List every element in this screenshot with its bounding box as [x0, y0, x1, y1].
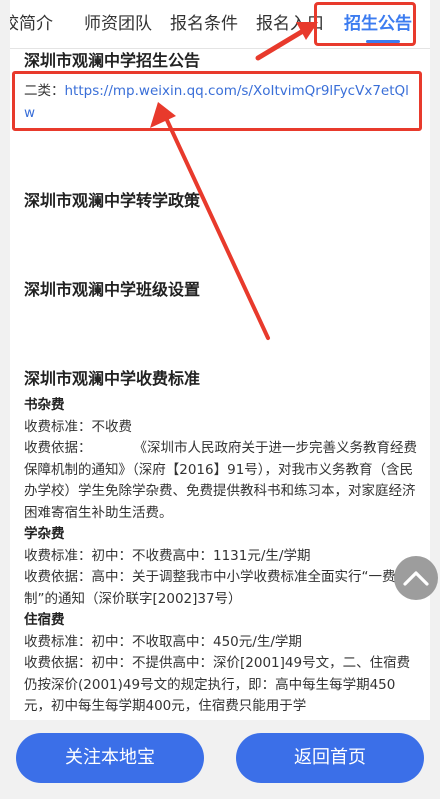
- book-fee-basis-paragraph: 收费依据： 《深圳市人民政府关于进一步完善义务教育经费保障机制的通知》（深府【20…: [24, 438, 418, 524]
- bottom-action-bar: 关注本地宝 返回首页: [0, 720, 440, 799]
- section-title-transfer: 深圳市观澜中学转学政策: [24, 191, 201, 210]
- tab-teachers[interactable]: 师资团队: [84, 12, 152, 36]
- book-fee-standard: 收费标准：不收费: [24, 418, 132, 435]
- tab-requirements[interactable]: 报名条件: [170, 12, 238, 36]
- tuition-fee-basis: 收费依据：高中：关于调整我市中小学收费标准全面实行“一费制”的通知（深价联字[2…: [24, 569, 396, 607]
- tuition-fee-standard: 收费标准：初中：不收费高中：1131元/生/学期: [24, 547, 311, 564]
- boarding-fee-title: 住宿费: [24, 612, 65, 628]
- tuition-fee-title: 学杂费: [24, 526, 65, 542]
- section-title-admission: 深圳市观澜中学招生公告: [24, 51, 201, 70]
- chevron-up-icon: [403, 571, 429, 586]
- book-fee-basis-label: 收费依据：: [24, 440, 92, 456]
- fee-details: 书杂费 收费标准：不收费 收费依据： 《深圳市人民政府关于进一步完善义务教育经费保…: [24, 395, 418, 718]
- section-title-classes: 深圳市观澜中学班级设置: [24, 280, 201, 299]
- book-fee-title: 书杂费: [24, 397, 65, 413]
- boarding-fee-standard: 收费标准：初中：不收取高中：450元/生/学期: [24, 633, 302, 650]
- back-home-button[interactable]: 返回首页: [236, 733, 424, 783]
- boarding-fee-basis: 收费依据：初中：不提供高中：深价[2001]49号文，二、住宿费仍按深价(200…: [24, 655, 411, 714]
- tab-highlight-box: [314, 2, 416, 46]
- tab-school-intro[interactable]: 校简介: [10, 12, 53, 36]
- follow-bendibao-button[interactable]: 关注本地宝: [16, 733, 204, 783]
- scroll-to-top-button[interactable]: [394, 556, 438, 600]
- link-highlight-box: [12, 71, 422, 131]
- section-title-fees: 深圳市观澜中学收费标准: [24, 369, 201, 388]
